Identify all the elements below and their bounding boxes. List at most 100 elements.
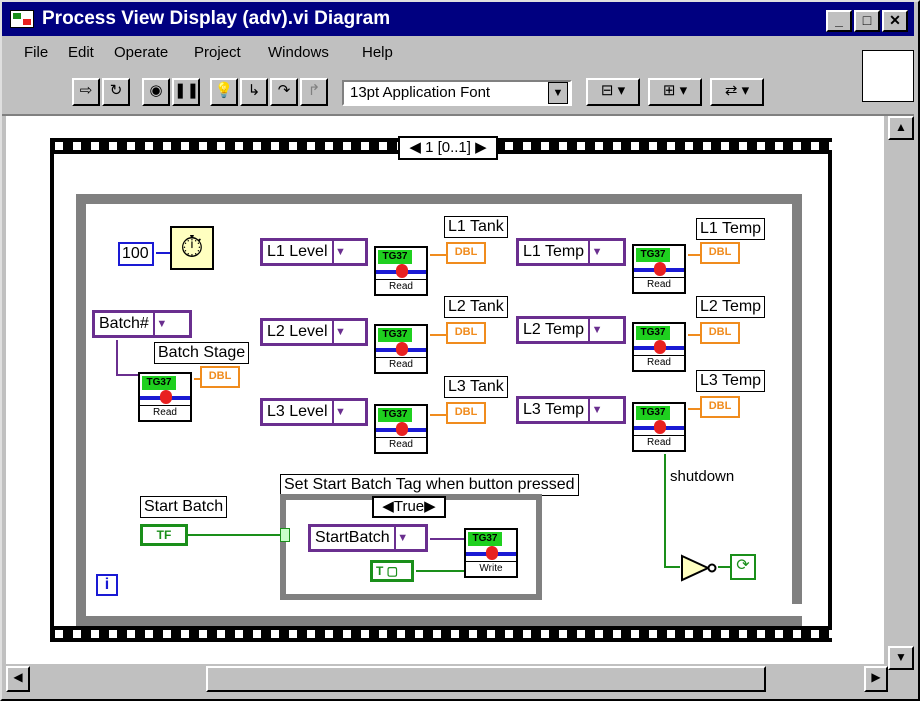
tag-read-node[interactable]: TG37 Read (632, 244, 686, 294)
block-diagram[interactable]: ◀ 1 [0..1] ▶ 100 ⏱ Batch# ▼ Batch Stage D… (6, 116, 884, 664)
title-bar[interactable]: Process View Display (adv).vi Diagram _ … (2, 2, 914, 36)
dbl-indicator[interactable]: DBL (700, 322, 740, 344)
wire (116, 340, 118, 376)
scroll-right-icon[interactable]: ▶ (864, 666, 888, 692)
tag-read-node[interactable]: TG37 Read (374, 404, 428, 454)
sequence-frame-left (50, 154, 54, 626)
chevron-down-icon[interactable]: ▼ (393, 527, 410, 549)
maximize-button[interactable]: □ (854, 10, 880, 32)
tag-l3-temp[interactable]: L3 Temp ▼ (516, 396, 626, 424)
menu-windows[interactable]: Windows (268, 44, 329, 61)
chevron-down-icon[interactable]: ▼ (152, 313, 169, 335)
close-button[interactable]: ✕ (882, 10, 908, 32)
tag-l1-temp[interactable]: L1 Temp ▼ (516, 238, 626, 266)
dbl-indicator[interactable]: DBL (200, 366, 240, 388)
chevron-down-icon[interactable]: ▼ (588, 241, 604, 263)
read-label: Read (376, 437, 426, 452)
minimize-button[interactable]: _ (826, 10, 852, 32)
sequence-selector[interactable]: ◀ 1 [0..1] ▶ (398, 136, 498, 160)
align-objects-icon[interactable]: ⊟ ▾ (586, 78, 640, 106)
chevron-down-icon[interactable]: ▼ (588, 319, 604, 341)
tag-read-node[interactable]: TG37 Read (632, 402, 686, 452)
run-continuous-icon[interactable]: ↻ (102, 78, 130, 106)
tag-l1-level[interactable]: L1 Level ▼ (260, 238, 368, 266)
wire (430, 254, 446, 256)
step-over-icon[interactable]: ↷ (270, 78, 298, 106)
chevron-down-icon[interactable]: ▼ (588, 399, 604, 421)
dbl-indicator[interactable]: DBL (700, 242, 740, 264)
not-gate-icon[interactable] (678, 554, 718, 582)
wait-ms-icon[interactable]: ⏱ (170, 226, 214, 270)
dbl-indicator[interactable]: DBL (700, 396, 740, 418)
tag-l3-level[interactable]: L3 Level ▼ (260, 398, 368, 426)
tag-l2-level[interactable]: L2 Level ▼ (260, 318, 368, 346)
size-grip[interactable] (888, 670, 914, 692)
loop-iteration-icon[interactable]: i (96, 574, 118, 596)
reorder-icon[interactable]: ⇄ ▾ (710, 78, 764, 106)
tag-write-node[interactable]: TG37 Write (464, 528, 518, 578)
scroll-left-icon[interactable]: ◀ (6, 666, 30, 692)
dbl-indicator[interactable]: DBL (446, 322, 486, 344)
valve-icon (396, 342, 408, 356)
tag-read-node[interactable]: TG37 Read (374, 324, 428, 374)
menu-operate[interactable]: Operate (114, 44, 168, 61)
case-terminal-icon (280, 528, 290, 542)
vertical-scrollbar[interactable]: ▲ ▼ (888, 116, 914, 670)
chevron-down-icon[interactable]: ▼ (331, 401, 348, 423)
menu-file[interactable]: File (24, 44, 48, 61)
highlight-execution-icon[interactable]: 💡 (210, 78, 238, 106)
tag-label: L1 Level (267, 243, 328, 260)
tag-read-node[interactable]: TG37 Read (632, 322, 686, 372)
abort-icon[interactable]: ◉ (142, 78, 170, 106)
chevron-down-icon[interactable]: ▼ (548, 82, 568, 104)
tag-read-node[interactable]: TG37 Read (374, 246, 428, 296)
read-label: Read (376, 279, 426, 294)
wire (430, 538, 464, 540)
wire (688, 334, 700, 336)
read-label: Read (140, 405, 190, 420)
wire (664, 454, 666, 566)
wire (430, 334, 446, 336)
chevron-down-icon[interactable]: ▼ (331, 321, 348, 343)
valve-icon (396, 264, 408, 278)
font-select[interactable]: 13pt Application Font ▼ (342, 80, 572, 106)
tag-read-node[interactable]: TG37 Read (138, 372, 192, 422)
case-selector[interactable]: ◀True▶ (372, 496, 446, 518)
boolean-control[interactable]: TF (140, 524, 188, 546)
dbl-indicator[interactable]: DBL (446, 402, 486, 424)
menu-project[interactable]: Project (194, 44, 241, 61)
control-label: Start Batch (140, 496, 228, 518)
tag-startbatch[interactable]: StartBatch ▼ (308, 524, 428, 552)
step-into-icon[interactable]: ↳ (240, 78, 268, 106)
boolean-constant[interactable]: T ▢ (370, 560, 414, 582)
indicator-label: L2 Temp (696, 296, 766, 318)
while-loop-right-edge (792, 194, 802, 604)
dbl-indicator[interactable]: DBL (446, 242, 486, 264)
valve-icon (654, 420, 666, 434)
tag-label: L3 Level (267, 403, 328, 420)
menu-help[interactable]: Help (362, 44, 393, 61)
distribute-objects-icon[interactable]: ⊞ ▾ (648, 78, 702, 106)
run-arrow-icon[interactable]: ⇨ (72, 78, 100, 106)
numeric-constant[interactable]: 100 (118, 242, 154, 266)
context-help-window[interactable] (862, 50, 914, 102)
wire (688, 408, 700, 410)
tag-label: L1 Temp (523, 243, 585, 260)
tag-batch[interactable]: Batch# ▼ (92, 310, 192, 338)
valve-icon (160, 390, 172, 404)
tag-label: L2 Temp (523, 321, 585, 338)
tg-name: TG37 (468, 532, 502, 546)
horizontal-scrollbar[interactable]: ◀ ▶ (6, 666, 888, 692)
tag-l2-temp[interactable]: L2 Temp ▼ (516, 316, 626, 344)
read-label: Read (634, 277, 684, 292)
scroll-thumb[interactable] (206, 666, 766, 692)
scroll-down-icon[interactable]: ▼ (888, 646, 914, 670)
pause-icon[interactable]: ❚❚ (172, 78, 200, 106)
chevron-down-icon[interactable]: ▼ (331, 241, 348, 263)
step-out-icon[interactable]: ↱ (300, 78, 328, 106)
loop-condition-icon[interactable]: ⟳ (730, 554, 756, 580)
scroll-up-icon[interactable]: ▲ (888, 116, 914, 140)
wire (416, 570, 464, 572)
vi-app-icon[interactable] (10, 10, 34, 28)
menu-edit[interactable]: Edit (68, 44, 94, 61)
